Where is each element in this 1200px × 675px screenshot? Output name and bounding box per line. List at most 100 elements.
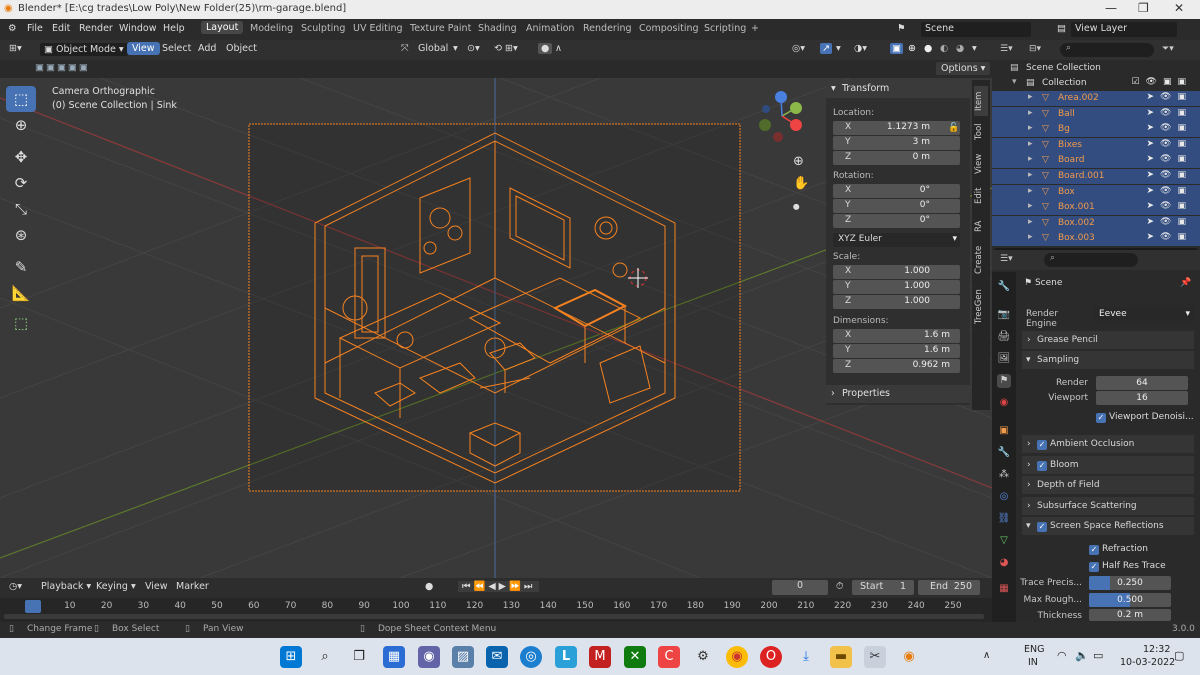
object-icon[interactable]: ▣ [997,424,1011,438]
tab-treegen[interactable]: TreeGen [974,286,988,328]
bloom-section[interactable]: › ✓ Bloom [1022,456,1194,474]
transform-icon[interactable]: ⊛ [6,222,36,248]
download-icon[interactable]: ⤓ [795,646,817,668]
gizmo-dropdown-icon[interactable]: ▾ [836,43,841,54]
blender-menu-icon[interactable]: ⚙ [8,23,17,34]
menu-file[interactable]: File [27,23,43,34]
shading-rendered-icon[interactable]: ◕ [956,43,964,54]
file-explorer-icon[interactable]: ▬ [830,646,852,668]
chevron-right-icon[interactable]: ▸ [1028,201,1033,211]
tab-shading[interactable]: Shading [478,23,517,34]
location-z-field[interactable]: Z 0 m [833,151,960,165]
render-samples-field[interactable]: 64 [1096,376,1188,390]
trace-precision-slider[interactable]: 0.250 [1089,576,1171,590]
add-cube-icon[interactable]: ⬚ [6,310,36,336]
timeline[interactable]: 0102030405060708090100110120130140150160… [0,598,992,622]
office-icon[interactable]: C [658,646,680,668]
chevron-right-icon[interactable]: ▸ [1028,186,1033,196]
chevron-right-icon[interactable]: ▸ [1028,170,1033,180]
pin-icon[interactable]: 📌 [1180,278,1191,288]
opera-icon[interactable]: O [760,646,782,668]
properties-header[interactable]: › Properties [826,385,970,403]
rotate-icon[interactable]: ⟳ [6,170,36,196]
select-box-icon[interactable]: ⬚ [6,86,36,112]
mcafee-icon[interactable]: M [589,646,611,668]
shading-dropdown-icon[interactable]: ▾ [972,43,977,54]
scene-collection-row[interactable]: ▤ Scene Collection [992,61,1200,76]
orientation-selector[interactable]: Global [418,43,448,54]
editor-type-icon[interactable]: ⊞▾ [9,43,22,54]
texture-icon[interactable]: ▦ [997,582,1011,596]
move-icon[interactable]: ✥ [6,144,36,170]
checkbox-icon[interactable]: ✓ [1037,461,1047,471]
tab-animation[interactable]: Animation [526,23,574,34]
zoom-icon[interactable]: ⊕ [793,154,804,169]
ambient-occlusion-section[interactable]: › ✓ Ambient Occlusion [1022,435,1194,453]
close-button[interactable]: ✕ [1174,1,1184,15]
tab-texture-paint[interactable]: Texture Paint [410,23,471,34]
navigation-gizmo[interactable] [754,88,810,144]
tab-tool[interactable]: Tool [974,118,988,146]
clock-time[interactable]: 12:32 [1143,644,1170,655]
tab-item[interactable]: Item [974,86,988,116]
material-icon[interactable]: ◕ [997,556,1011,570]
lync-icon[interactable]: L [555,646,577,668]
checkbox-icon[interactable]: ✓ [1037,440,1047,450]
visibility-icons[interactable]: ☑👁▣▣ [1131,77,1192,87]
ssr-section[interactable]: ▾ ✓ Screen Space Reflections [1022,517,1194,535]
minimize-button[interactable]: — [1105,1,1117,15]
world-icon[interactable]: ◉ [997,396,1011,410]
subsurface-scattering-section[interactable]: › Subsurface Scattering [1022,497,1194,515]
half-res-trace-checkbox[interactable]: ✓ Half Res Trace [1089,561,1166,572]
depth-of-field-section[interactable]: › Depth of Field [1022,476,1194,494]
outliner-item[interactable]: ▸ ▽ Board.001 ➤👁▣ [992,169,1200,184]
scene-icon[interactable]: ⚑ [897,23,906,34]
grease-pencil-section[interactable]: › Grease Pencil [1022,331,1194,349]
visibility-icons[interactable]: ➤👁▣ [1147,108,1192,118]
stopwatch-icon[interactable]: ⏱ [836,581,843,592]
view-menu[interactable]: View [127,42,160,55]
shading-material-icon[interactable]: ◐ [940,43,948,54]
chevron-right-icon[interactable]: ▸ [1028,92,1033,102]
playback-menu[interactable]: Playback ▾ [41,581,91,592]
thickness-field[interactable]: 0.2 m [1089,609,1171,621]
outliner-item[interactable]: ▸ ▽ Bixes ➤👁▣ [992,137,1200,153]
dimensions-z-field[interactable]: Z 0.962 m [833,359,960,373]
end-frame-field[interactable]: End 250 [918,580,980,595]
sampling-section[interactable]: ▾ Sampling [1022,351,1194,369]
xray-icon[interactable]: ▣ [890,43,903,54]
scale-z-field[interactable]: Z 1.000 [833,295,960,309]
display-mode-icon[interactable]: ⊟▾ [1029,44,1041,54]
current-frame-field[interactable]: 0 [772,580,828,595]
tool-icon[interactable]: 🔧 [997,280,1011,294]
rotation-y-field[interactable]: Y 0° [833,199,960,213]
location-y-field[interactable]: Y 3 m [833,136,960,150]
chevron-up-icon[interactable]: ∧ [983,650,990,661]
timeline-view-menu[interactable]: View [145,581,168,592]
outliner-item[interactable]: ▸ ▽ Box.003 ➤👁▣ [992,231,1200,247]
visibility-icons[interactable]: ➤👁▣ [1147,139,1192,149]
tab-layout[interactable]: Layout [201,21,244,34]
mode-selector[interactable]: ▣ Object Mode ▾ [40,43,128,56]
visibility-icons[interactable]: ➤👁▣ [1147,154,1192,164]
falloff-icon[interactable]: ∧ [555,43,562,54]
max-roughness-slider[interactable]: 0.500 [1089,593,1171,607]
transform-header[interactable]: ▾ Transform [826,80,970,98]
marker-menu[interactable]: Marker [176,581,209,592]
data-icon[interactable]: ▽ [997,534,1011,548]
overlay-icon[interactable]: ◑▾ [854,43,867,54]
scale-x-field[interactable]: X 1.000 [833,265,960,279]
render-engine-select[interactable]: Eevee ▾ [1094,307,1194,321]
teams-icon[interactable]: ◉ [418,646,440,668]
snap-icon[interactable]: ⟲ ⊞▾ [494,43,518,54]
tab-scripting[interactable]: Scripting [704,23,746,34]
timeline-scrollbar[interactable] [4,614,984,619]
output-icon[interactable]: 🖨 [997,330,1011,344]
visibility-icon[interactable]: ◎▾ [792,43,805,54]
tab-ra[interactable]: RA [974,216,988,236]
outliner-item[interactable]: ▸ ▽ Board ➤👁▣ [992,153,1200,169]
options-button[interactable]: Options ▾ [936,62,991,75]
shading-wireframe-icon[interactable]: ⊕ [908,43,916,54]
outliner-search-input[interactable]: ⌕ [1060,43,1154,57]
rotation-x-field[interactable]: X 0° [833,184,960,198]
